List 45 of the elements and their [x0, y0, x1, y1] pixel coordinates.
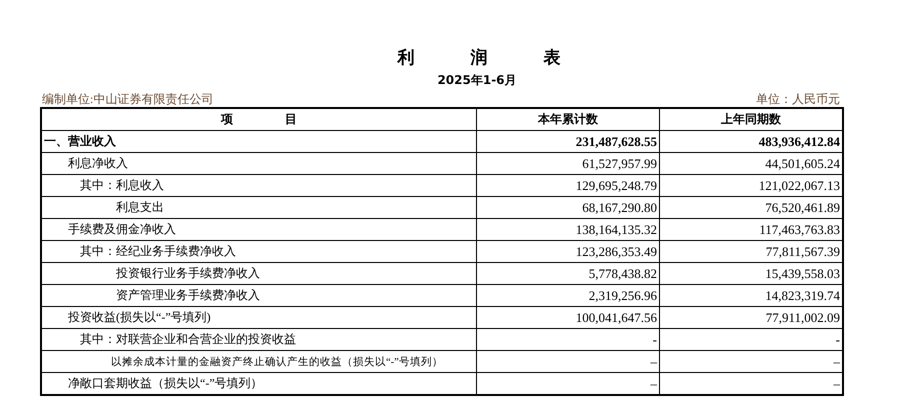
amount-cell: -: [652, 332, 657, 346]
row-label: 净敞口套期收益（损失以“-”号填列）: [68, 375, 263, 392]
amount-cell: 100,041,647.56: [576, 310, 657, 324]
amount-cell: –: [650, 376, 657, 390]
amount-cell: –: [834, 354, 840, 368]
amount-cell: –: [834, 376, 840, 390]
row-label: 利息净收入: [68, 155, 128, 172]
amount-cell: 5,778,438.82: [588, 266, 657, 280]
row-label: 利息收入: [116, 177, 164, 194]
amount-cell: 121,022,067.13: [758, 178, 840, 192]
amount-cell: –: [650, 354, 657, 368]
amount-cell: 14,823,319.74: [765, 288, 840, 302]
column-header: 本年累计数: [476, 108, 660, 130]
amount-cell: 44,501,605.24: [765, 156, 840, 170]
report-period: 2025年1-6月: [436, 72, 518, 89]
row-label: 资产管理业务手续费净收入: [116, 287, 260, 304]
currency-unit: 单位：人民币元: [756, 91, 840, 107]
column-header: 项 目: [41, 108, 476, 130]
row-label: 投资收益(损失以“-”号填列): [68, 309, 211, 326]
row-label: 经纪业务手续费净收入: [116, 243, 236, 260]
row-prefix: 其中：: [80, 243, 116, 260]
row-label: 利息支出: [116, 199, 164, 216]
amount-cell: 76,520,461.89: [765, 200, 840, 214]
amount-cell: 61,527,957.99: [582, 156, 657, 170]
amount-cell: 138,164,135.32: [576, 222, 657, 236]
amount-cell: 231,487,628.55: [576, 134, 657, 148]
row-label: 手续费及佣金净收入: [68, 221, 176, 238]
amount-cell: 129,695,248.79: [576, 178, 657, 192]
amount-cell: 2,319,256.96: [588, 288, 657, 302]
amount-cell: 117,463,763.83: [759, 222, 840, 236]
row-prefix: 其中：: [80, 331, 116, 348]
amount-cell: 15,439,558.03: [765, 266, 840, 280]
row-label: 对联营企业和合营企业的投资收益: [116, 331, 296, 348]
amount-cell: 77,911,002.09: [766, 310, 840, 324]
row-label: 一、营业收入: [44, 133, 116, 150]
report-title: 利 润 表: [396, 47, 562, 69]
amount-cell: 68,167,290.80: [582, 200, 657, 214]
company-name: 编制单位:中山证券有限责任公司: [41, 91, 214, 107]
amount-cell: 77,811,567.39: [766, 244, 840, 258]
amount-cell: 123,286,353.49: [576, 244, 657, 258]
row-label: 投资银行业务手续费净收入: [116, 265, 260, 282]
row-label: 以摊余成本计量的金融资产终止确认产生的收益（损失以“-”号填列）: [111, 355, 443, 368]
amount-cell: 483,936,412.84: [758, 134, 840, 148]
row-prefix: 其中：: [80, 177, 116, 194]
amount-cell: -: [836, 332, 840, 346]
